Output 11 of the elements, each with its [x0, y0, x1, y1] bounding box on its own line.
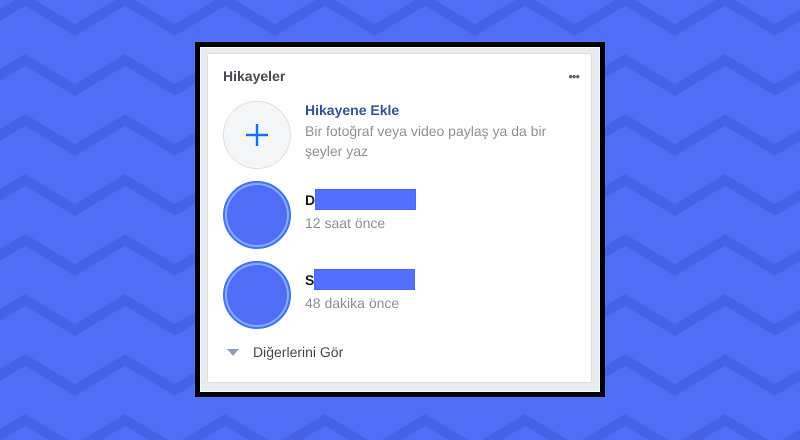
story-subtitle: 48 dakika önce [305, 294, 400, 313]
see-more-link[interactable]: Diğerlerini Gör [223, 337, 579, 367]
story-title[interactable]: Hikayene Ekle [305, 102, 400, 118]
plus-icon [245, 123, 269, 147]
more-button[interactable]: ••• [568, 68, 579, 84]
story-title: S [305, 272, 314, 288]
panel-title: Hikayeler [223, 68, 286, 84]
story-subtitle: 12 saat önce [305, 214, 386, 233]
story-subtitle: Bir fotoğraf veya video paylaş ya da bir şeyler yaz [305, 122, 548, 160]
story-title: D [305, 192, 316, 208]
caret-icon [227, 348, 239, 356]
